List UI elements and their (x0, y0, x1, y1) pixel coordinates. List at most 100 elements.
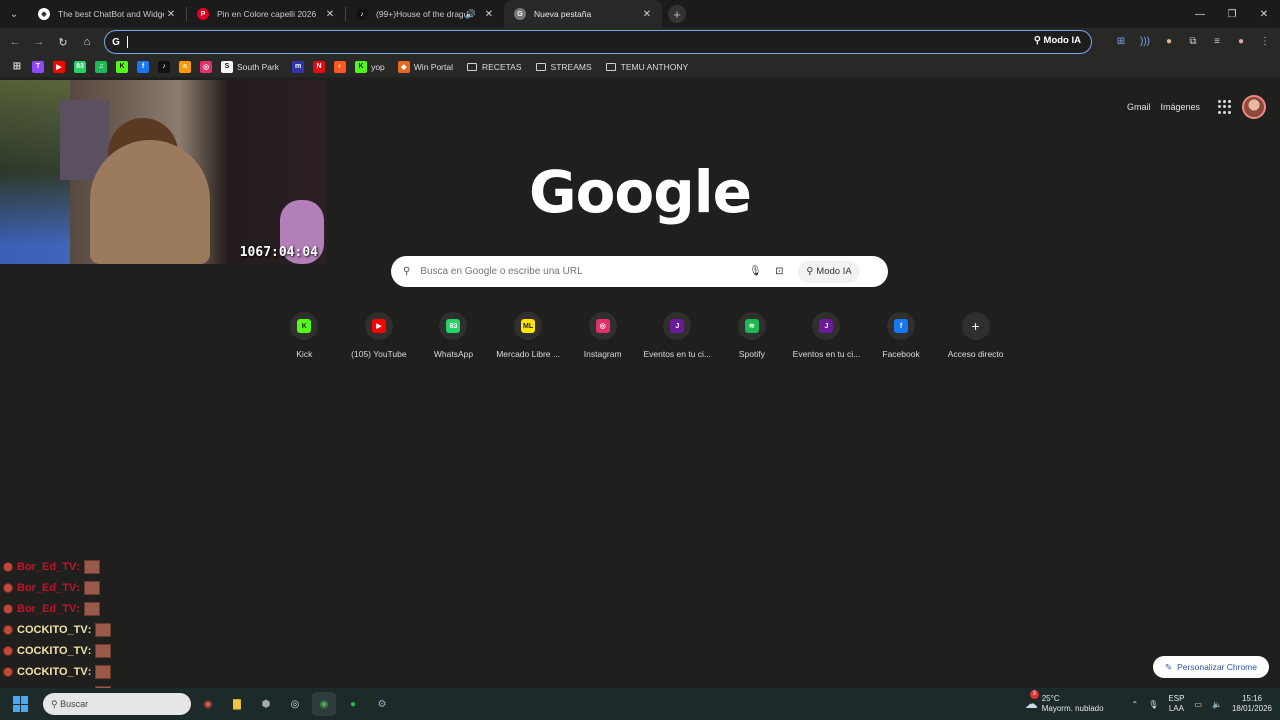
volume-icon[interactable]: 🔈 (1212, 700, 1222, 709)
steam-icon[interactable]: ⚙ (370, 692, 394, 716)
bookmark-folder[interactable]: RECETAS (482, 62, 522, 72)
windows-start-icon[interactable] (13, 696, 29, 712)
browser-tab[interactable]: P Pin en Colore capelli 2026 ✕ (187, 0, 345, 28)
bookmark-icon[interactable]: ♫ (95, 60, 107, 73)
text-caret (127, 36, 128, 48)
settings-icon[interactable]: ⬢ (254, 692, 278, 716)
puzzle-icon[interactable]: ⧉ (1184, 32, 1202, 50)
google-apps-icon[interactable] (1218, 100, 1232, 114)
chat-message: Bor_Ed_TV : (3, 556, 111, 577)
shortcut-tile[interactable]: J Eventos en tu ci... (789, 312, 864, 359)
audio-icon[interactable]: ))) (1136, 32, 1154, 50)
search-box[interactable]: ⚲ 🎙 ⊡ ⚲ Modo IA (391, 256, 888, 287)
search-input[interactable] (420, 266, 741, 277)
tab-close-icon[interactable]: ✕ (482, 9, 496, 20)
shortcut-tile[interactable]: + Acceso directo (938, 312, 1013, 359)
tab-close-icon[interactable]: ✕ (323, 9, 337, 20)
browser-tab[interactable]: ◆ The best ChatBot and Widgets ✕ (28, 0, 186, 28)
system-tray: ☁ 3 25°C Mayorm. nublado ⌃ 🎙 ESP LAA ▭ 🔈 … (1025, 688, 1272, 720)
tabs: ◆ The best ChatBot and Widgets ✕ P Pin en Co… (28, 0, 662, 28)
folder-icon[interactable] (535, 62, 546, 71)
customize-chrome-button[interactable]: ✎ Personalizar Chrome (1153, 656, 1269, 678)
bookmark-icon[interactable]: ◆ (397, 60, 410, 73)
chrome-icon[interactable]: ◉ (312, 692, 336, 716)
lens-icon[interactable]: ⊡ (770, 263, 788, 281)
toolbar: ← → ↻ ⌂ G ⚲ Modo IA ⊞ ))) ● ⧉ ≡ ● ⋮ (0, 28, 1280, 56)
media-icon[interactable]: ≡ (1208, 32, 1226, 50)
language-indicator[interactable]: ESP LAA (1168, 694, 1184, 714)
back-icon[interactable]: ← (3, 30, 27, 54)
browser-tab[interactable]: ♪ (99+)House of the dragon 🔊 ✕ (346, 0, 504, 28)
ai-mode-button[interactable]: ⚲ Modo IA (798, 260, 860, 283)
bookmark-icon[interactable]: a (179, 60, 191, 73)
extension-icons: ⊞ ))) ● ⧉ ≡ ● ⋮ (1112, 32, 1274, 50)
close-window-icon[interactable]: ✕ (1248, 0, 1280, 28)
tab-close-icon[interactable]: ✕ (640, 9, 654, 20)
bookmark-icon[interactable]: 83 (74, 60, 86, 73)
ntp-top-links: Gmail Imágenes (1127, 95, 1266, 119)
shortcut-tile[interactable]: ≋ Spotify (715, 312, 790, 359)
mic-tray-icon[interactable]: 🎙 (1148, 700, 1158, 709)
extension-face-icon[interactable]: ● (1160, 32, 1178, 50)
account-avatar[interactable] (1242, 95, 1266, 119)
microphone-icon[interactable]: 🎙 (746, 263, 764, 281)
shortcut-tile[interactable]: K Kick (267, 312, 342, 359)
bookmark-icon[interactable]: S (221, 60, 233, 73)
file-explorer-icon[interactable]: ▇ (225, 692, 249, 716)
overwatch-icon[interactable]: ◎ (283, 692, 307, 716)
minimize-icon[interactable]: — (1184, 0, 1216, 28)
tab-search-menu-icon[interactable]: ⌄ (0, 0, 28, 28)
bookmark-icon[interactable]: N (313, 60, 326, 73)
clock[interactable]: 15:16 18/01/2026 (1232, 694, 1272, 714)
new-tab-button[interactable]: + (668, 5, 686, 23)
shortcut-tile[interactable]: f Facebook (864, 312, 939, 359)
forward-icon[interactable]: → (27, 30, 51, 54)
translate-icon[interactable]: ⊞ (1112, 32, 1130, 50)
spotify-icon[interactable]: ● (341, 692, 365, 716)
bookmark-icon[interactable]: m (292, 60, 305, 73)
bookmark-icon[interactable]: T (32, 60, 44, 73)
folder-icon[interactable] (467, 62, 477, 71)
address-bar[interactable]: G ⚲ Modo IA (104, 30, 1092, 54)
reload-icon[interactable]: ↻ (51, 30, 75, 54)
restore-icon[interactable]: ❐ (1216, 0, 1248, 28)
bookmark-icon[interactable]: ♪ (158, 60, 170, 73)
shortcut-tile[interactable]: ◎ Instagram (565, 312, 640, 359)
bookmark-label[interactable]: yop (371, 62, 385, 72)
shortcut-icon: K (297, 319, 312, 333)
taskbar-search[interactable]: ⚲ Buscar (43, 693, 191, 715)
shortcut-tile[interactable]: J Eventos en tu ci... (640, 312, 715, 359)
chevron-up-icon[interactable]: ⌃ (1132, 700, 1139, 709)
bookmark-label[interactable]: Win Portal (414, 62, 453, 72)
bookmark-icon[interactable]: K (116, 60, 128, 73)
google-g-icon: G (112, 36, 120, 48)
home-icon[interactable]: ⌂ (75, 30, 99, 54)
bookmark-icon[interactable]: f (137, 60, 149, 73)
kebab-menu-icon[interactable]: ⋮ (1256, 32, 1274, 50)
bookmark-icon[interactable]: K (355, 60, 368, 73)
images-link[interactable]: Imágenes (1160, 102, 1200, 112)
weather-widget[interactable]: ☁ 3 25°C Mayorm. nublado (1025, 690, 1104, 714)
apps-grid-icon[interactable]: ⊞ (11, 61, 23, 73)
chat-username: Bor_Ed_TV (17, 560, 77, 573)
bookmark-icon[interactable]: ◎ (200, 60, 212, 73)
gmail-link[interactable]: Gmail (1127, 102, 1151, 112)
bookmark-icon[interactable]: ◐ (334, 60, 347, 73)
pencil-icon: ✎ (1165, 661, 1173, 672)
search-icon: ⚲ (403, 266, 411, 277)
bookmark-label[interactable]: South Park (237, 62, 279, 72)
tab-close-icon[interactable]: ✕ (164, 9, 178, 20)
speaker-icon[interactable]: 🔊 (465, 9, 476, 20)
shortcut-tile[interactable]: 83 WhatsApp (416, 312, 491, 359)
bookmark-icon[interactable]: ▶ (53, 60, 65, 73)
network-icon[interactable]: ▭ (1194, 700, 1202, 709)
browser-tab[interactable]: G Nueva pestaña ✕ (504, 0, 662, 28)
omnibox-ai-mode-button[interactable]: ⚲ Modo IA (1034, 35, 1081, 46)
bookmark-folder[interactable]: TEMU ANTHONY (621, 62, 689, 72)
avatar[interactable]: ● (1232, 32, 1250, 50)
folder-icon[interactable] (605, 62, 616, 71)
shortcut-tile[interactable]: ▶ (105) YouTube (342, 312, 417, 359)
bookmark-folder[interactable]: STREAMS (551, 62, 592, 72)
shortcut-tile[interactable]: ML Mercado Libre ... (491, 312, 566, 359)
chrome-dev-icon[interactable]: ◉ (196, 692, 220, 716)
